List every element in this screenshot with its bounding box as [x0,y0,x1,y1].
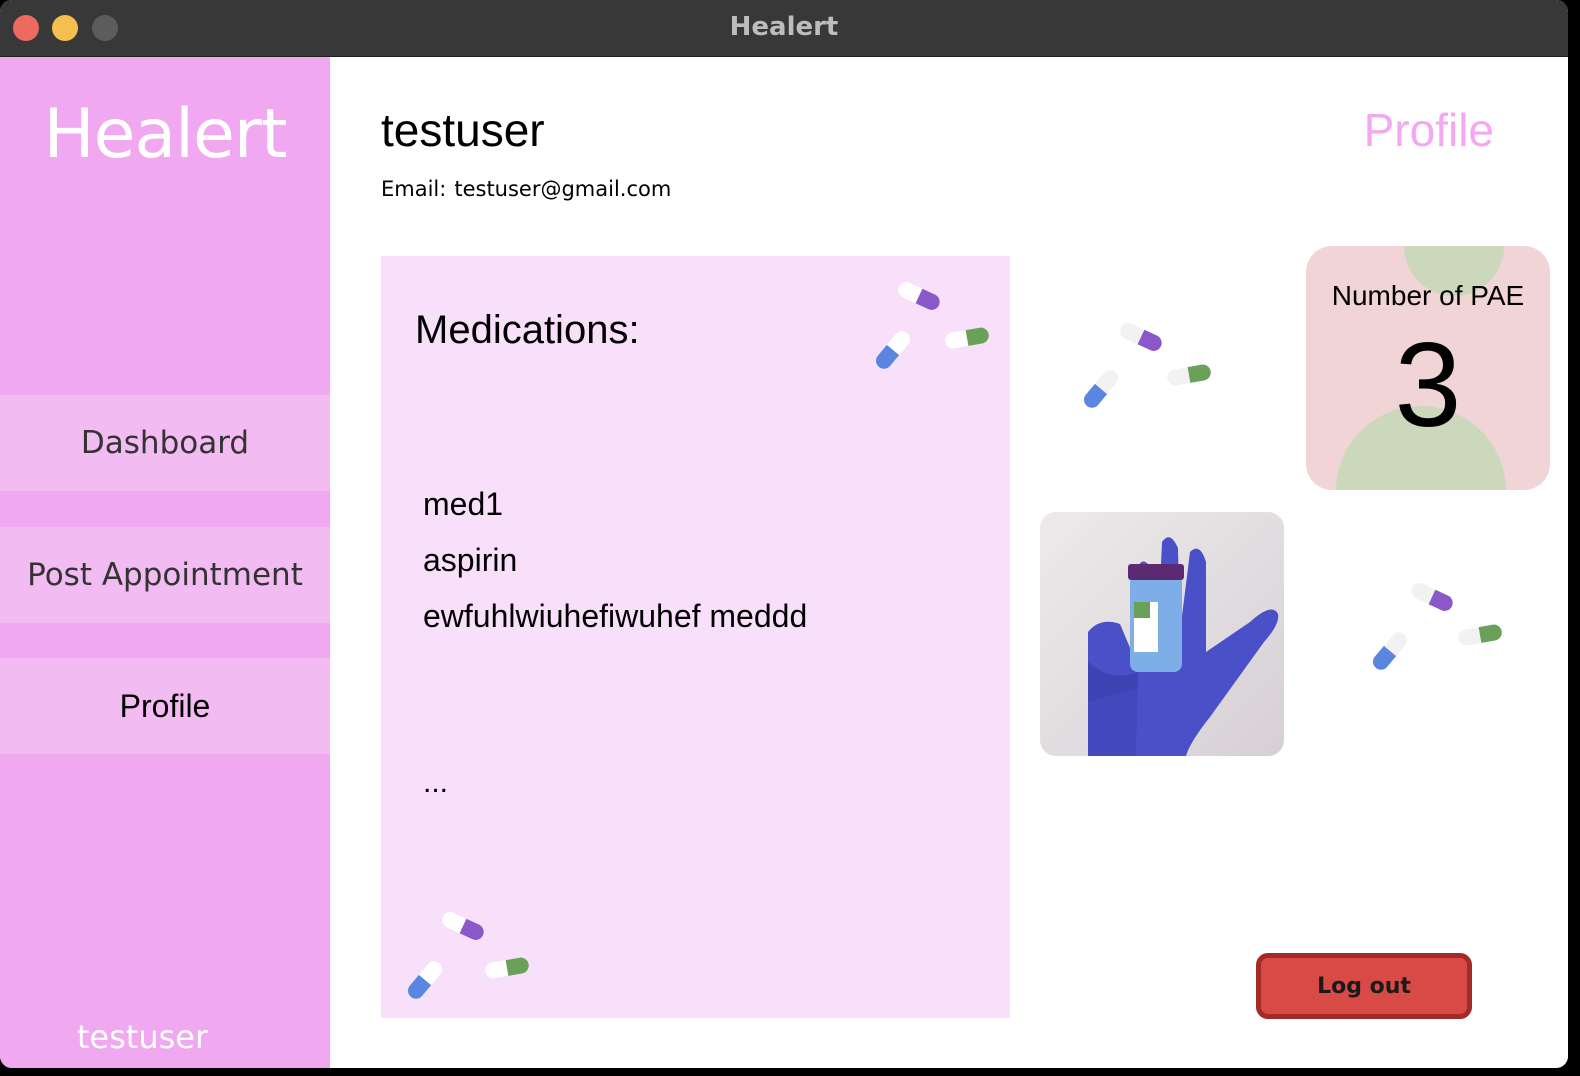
pae-count: 3 [1394,318,1462,452]
app-logo: Healert [43,95,288,174]
title-bar: Healert [0,0,1568,57]
medications-more: ... [423,766,449,799]
pills-icon [408,912,529,999]
pae-label: Number of PAE [1331,280,1525,311]
page-title: Profile [1363,104,1494,156]
pills-icon [1373,583,1502,670]
main-content: testuser Email: testuser@gmail.com Profil… [330,57,1568,1068]
logout-button[interactable]: Log out [1256,953,1472,1019]
medications-card: Medications: med1 aspirin ewfuhlwiuhefiw… [381,256,1010,1018]
pills-icon [876,282,989,369]
medications-list: med1 aspirin ewfuhlwiuhefiwuhef meddd [423,484,807,652]
email-row: Email: testuser@gmail.com [381,177,671,201]
window-title: Healert [729,12,839,42]
sidebar-item-profile[interactable]: Profile [0,658,330,754]
sidebar-item-dashboard[interactable]: Dashboard [0,395,330,491]
medications-title: Medications: [415,308,640,352]
email-value: testuser@gmail.com [454,177,672,201]
sidebar-username: testuser [76,1018,209,1056]
list-item: med1 [423,486,504,522]
sidebar-item-post-appointment[interactable]: Post Appointment [0,527,330,623]
pae-card: Number of PAE 3 [1306,246,1550,490]
profile-username: testuser [381,104,545,156]
pills-icon [1084,323,1211,408]
app-window: Healert Healert Dashboard Post Appointme… [0,0,1568,1068]
email-label: Email: [381,177,447,201]
sidebar: Healert Dashboard Post Appointment Profi… [0,57,330,1068]
medicine-hand-image [1040,512,1284,756]
list-item: aspirin [423,542,518,578]
list-item: ewfuhlwiuhefiwuhef meddd [423,598,808,634]
